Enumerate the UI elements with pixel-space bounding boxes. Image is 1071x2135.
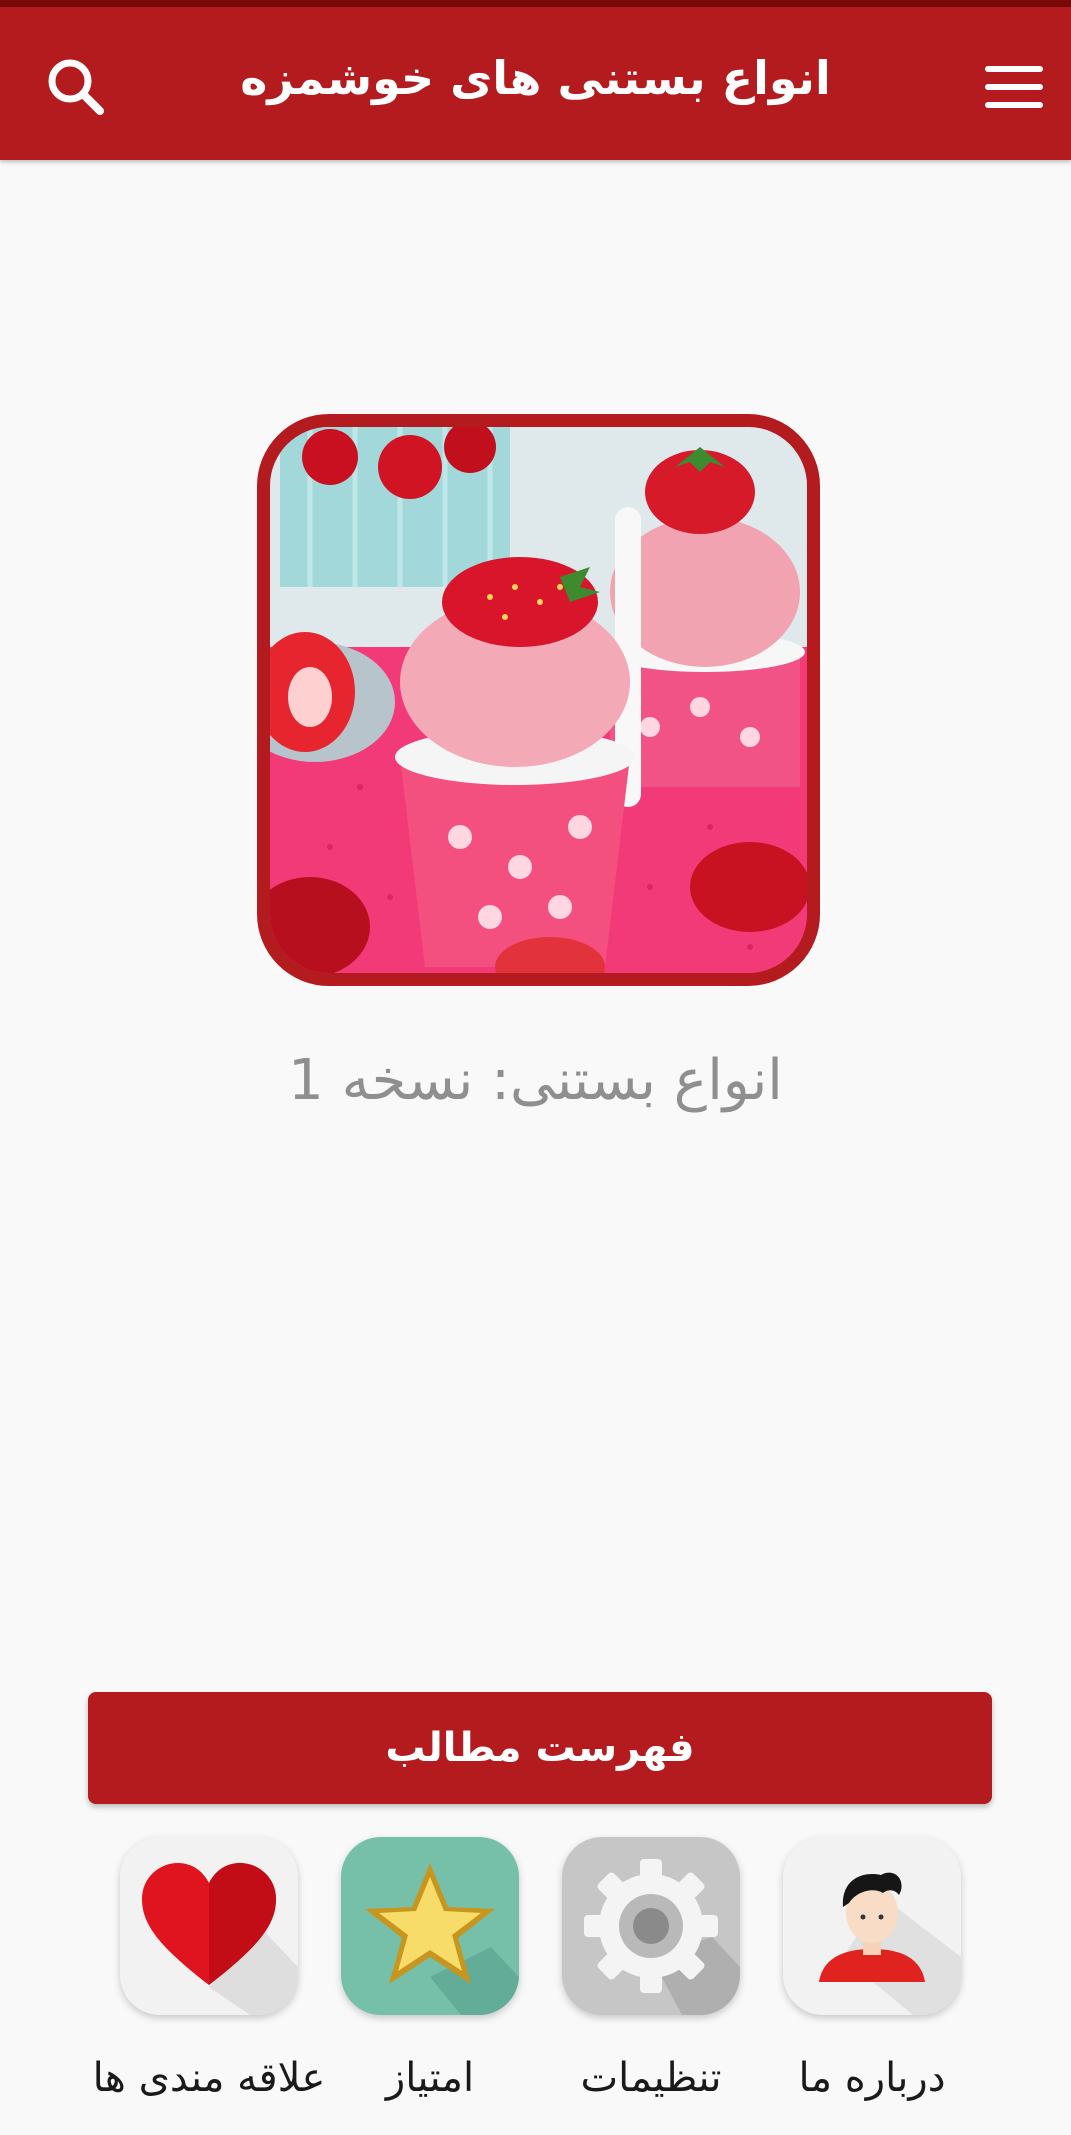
menu-icon: [985, 66, 1043, 108]
gear-icon: [584, 1859, 740, 2015]
settings-button[interactable]: [562, 1837, 740, 2015]
search-button[interactable]: [36, 47, 116, 127]
status-strip: [0, 0, 1071, 7]
favorites-button[interactable]: [120, 1837, 298, 2015]
about-label: درباره ما: [798, 2055, 946, 2101]
search-icon: [48, 59, 104, 115]
star-icon: [365, 1863, 519, 2015]
hero-image: [257, 414, 820, 986]
version-text: انواع بستنی: نسخه 1: [288, 1048, 783, 1113]
heart-icon: [142, 1863, 298, 2015]
rate-button[interactable]: [341, 1837, 519, 2015]
app-bar: انواع بستنی های خوشمزه: [0, 7, 1071, 160]
about-button[interactable]: [783, 1837, 961, 2015]
menu-button[interactable]: [974, 47, 1054, 127]
app-title: انواع بستنی های خوشمزه: [240, 51, 831, 105]
table-of-contents-button[interactable]: فهرست مطالب: [88, 1692, 992, 1804]
user-icon: [819, 1872, 961, 2015]
